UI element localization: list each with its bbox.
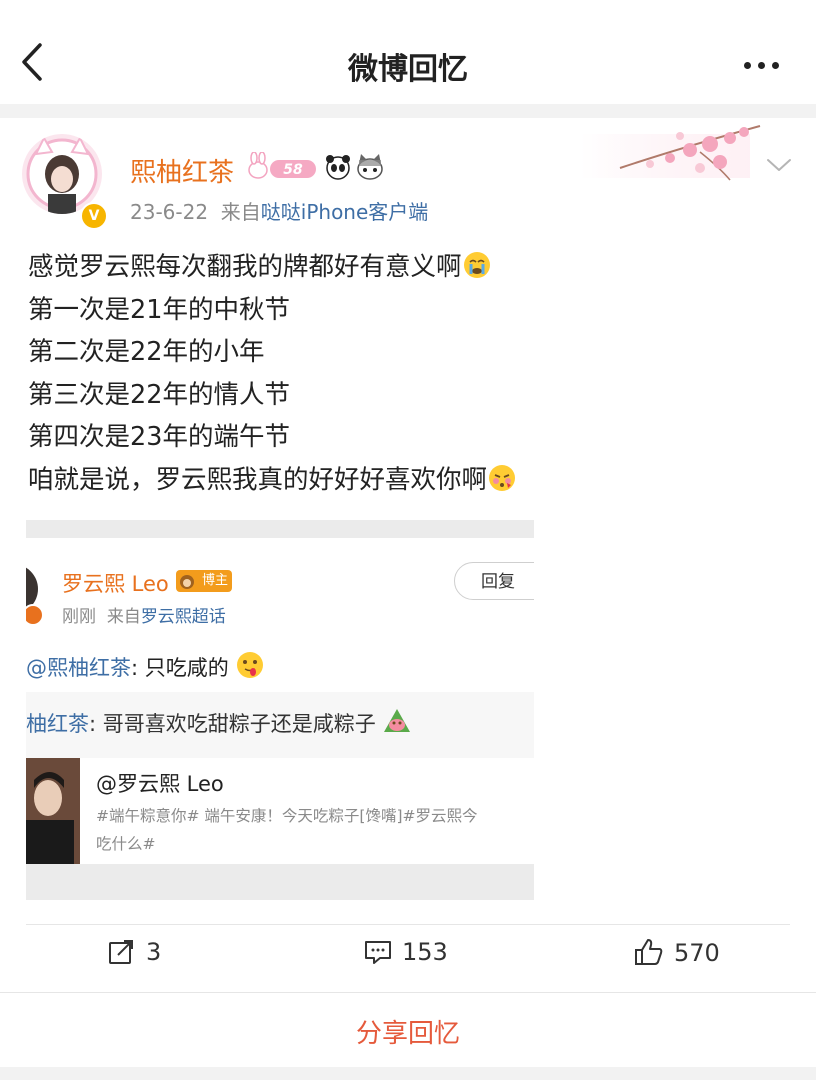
comment-icon bbox=[365, 941, 391, 964]
embed-quoted-comment: 柚红茶: 哥哥喜欢吃甜粽子还是咸粽子 bbox=[26, 692, 534, 756]
link-title: @罗云熙 Leo bbox=[96, 772, 224, 796]
cherry-blossom-decoration bbox=[580, 118, 770, 188]
link-description: #端午粽意你# 端午安康！今天吃粽子[馋嘴]#罗云熙今 吃什么# bbox=[96, 807, 478, 853]
cat-icon bbox=[357, 154, 383, 180]
monkey-icon bbox=[180, 575, 194, 589]
share-bar: 分享回忆 bbox=[0, 992, 816, 1067]
zongzi-icon bbox=[384, 709, 411, 732]
more-options-button[interactable] bbox=[744, 54, 792, 74]
embed-meta: 刚刚 来自罗云熙超话 bbox=[62, 607, 226, 627]
embedded-screenshot[interactable]: 罗云熙 Leo 博主 刚刚 来自罗云熙超话 回复 @熙柚红茶: 只吃咸的 柚红茶… bbox=[26, 520, 534, 900]
post-body: 感觉罗云熙每次翻我的牌都好有意义啊 第一次是21年的中秋节 第二次是22年的小年… bbox=[28, 246, 517, 501]
verified-badge-icon: V bbox=[80, 202, 108, 230]
divider bbox=[26, 924, 790, 925]
embed-comment: @熙柚红茶: 只吃咸的 bbox=[26, 644, 534, 692]
kiss-face-icon bbox=[489, 464, 516, 491]
crying-face-icon bbox=[463, 252, 490, 278]
comment-button[interactable]: 153 bbox=[364, 938, 448, 978]
reply-button: 回复 bbox=[454, 562, 534, 600]
like-button[interactable]: 570 bbox=[634, 938, 720, 978]
page-title: 微博回忆 bbox=[348, 52, 468, 87]
post-meta: 23-6-22 来自哒哒iPhone客户端 bbox=[130, 196, 428, 225]
post-line: 感觉罗云熙每次翻我的牌都好有意义啊 bbox=[28, 246, 517, 289]
verified-badge-icon bbox=[26, 604, 44, 626]
dot-icon bbox=[758, 62, 765, 69]
thumbs-up-icon bbox=[635, 939, 663, 965]
embed-comment-header: 罗云熙 Leo 博主 刚刚 来自罗云熙超话 回复 bbox=[26, 538, 534, 644]
repost-icon bbox=[109, 940, 133, 964]
svg-text:58: 58 bbox=[283, 162, 303, 178]
repost-button[interactable]: 3 bbox=[108, 938, 161, 978]
embed-divider bbox=[26, 864, 534, 900]
panda-icon bbox=[326, 155, 350, 180]
dropdown-button[interactable] bbox=[764, 156, 794, 176]
post-line: 第四次是23年的端午节 bbox=[28, 422, 290, 452]
author-name[interactable]: 熙柚红茶 bbox=[130, 152, 234, 189]
dot-icon bbox=[744, 62, 751, 69]
user-badges: 58 bbox=[246, 151, 386, 182]
post-line: 第一次是21年的中秋节 bbox=[28, 294, 290, 325]
post-line: 第二次是22年的小年 bbox=[28, 337, 265, 367]
rabbit-icon bbox=[248, 151, 268, 179]
post-source[interactable]: 哒哒iPhone客户端 bbox=[261, 200, 429, 224]
embed-divider bbox=[26, 520, 534, 538]
chevron-down-icon bbox=[767, 159, 791, 171]
post-date: 23-6-22 bbox=[130, 200, 209, 224]
source-prefix: 来自 bbox=[220, 200, 261, 224]
embed-link-card: @罗云熙 Leo #端午粽意你# 端午安康！今天吃粽子[馋嘴]#罗云熙今 吃什么# bbox=[26, 758, 534, 864]
share-memory-button[interactable]: 分享回忆 bbox=[0, 1013, 816, 1050]
tongue-out-face-icon bbox=[237, 652, 264, 678]
embed-username: 罗云熙 Leo bbox=[62, 572, 169, 596]
badge-icons: 58 bbox=[248, 151, 383, 180]
blogger-tag: 博主 bbox=[176, 570, 232, 592]
link-thumbnail bbox=[26, 758, 80, 864]
post-line: 咱就是说，罗云熙我真的好好好喜欢你啊 bbox=[28, 459, 517, 502]
memory-post-card: V 熙柚红茶 58 23-6-22 来自哒哒iPhone客户端 感觉罗云熙每次翻… bbox=[0, 118, 816, 992]
post-line: 第三次是22年的情人节 bbox=[28, 379, 290, 410]
dot-icon bbox=[772, 62, 779, 69]
top-nav-bar: 微博回忆 bbox=[0, 0, 816, 104]
